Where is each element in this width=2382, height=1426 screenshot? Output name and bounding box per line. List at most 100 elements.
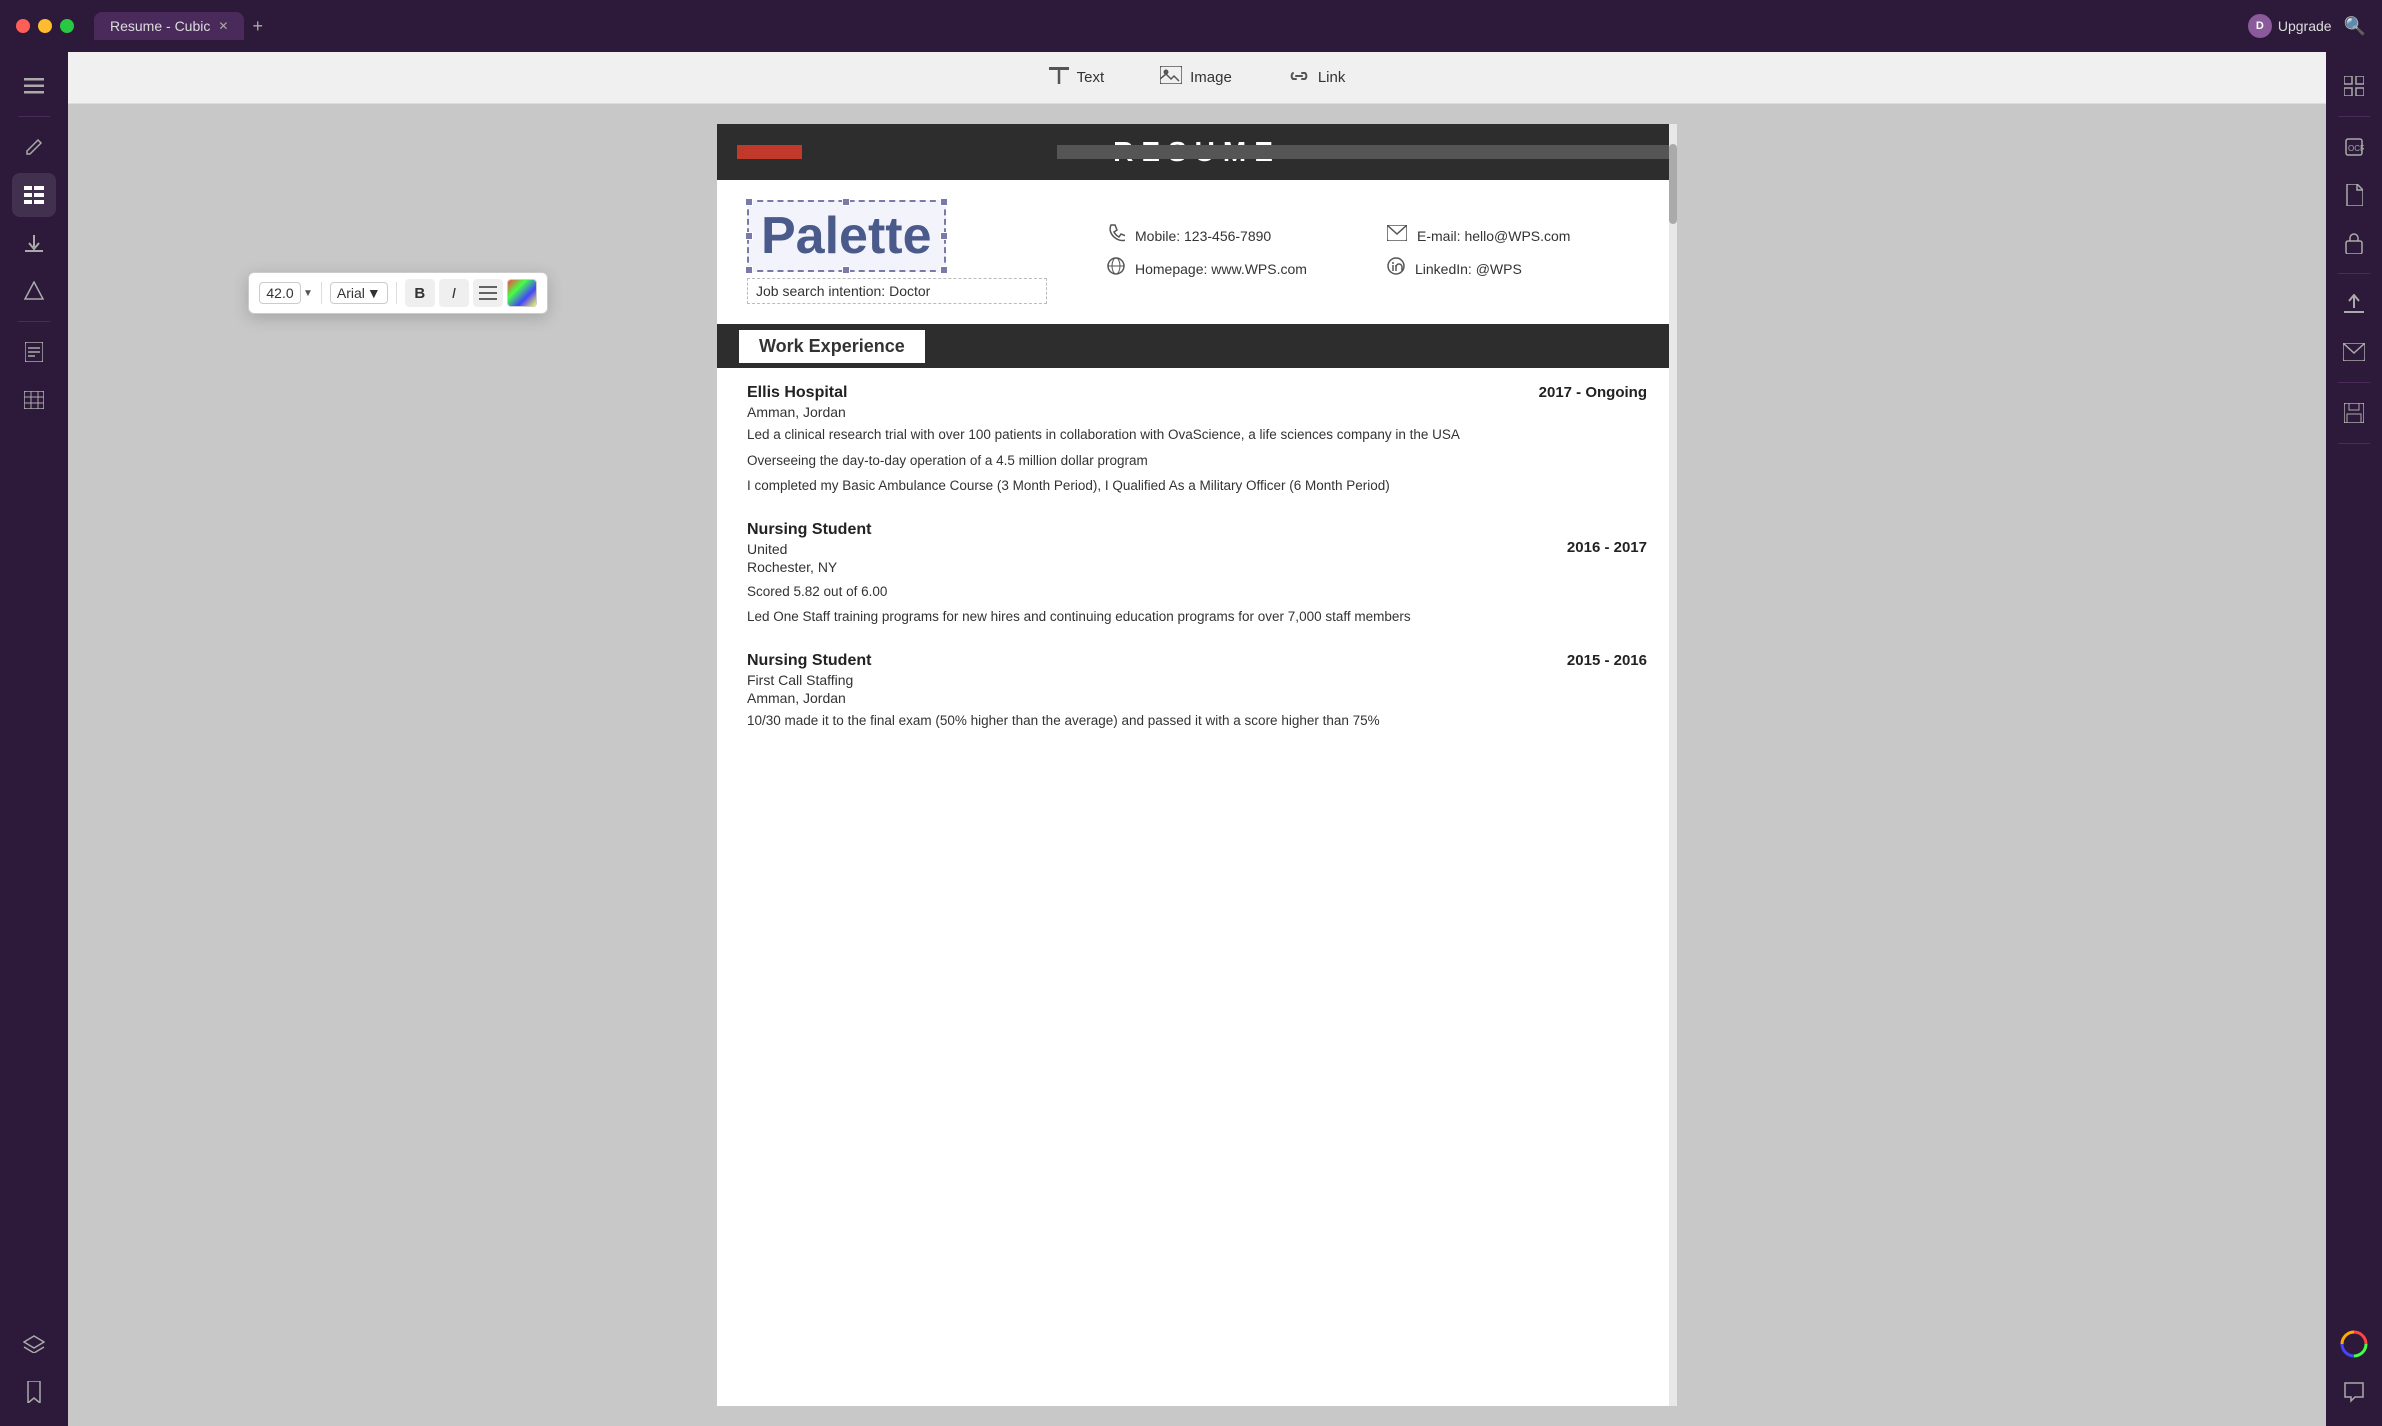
email-text: E-mail: hello@WPS.com (1417, 228, 1570, 244)
right-icon-mail[interactable] (2332, 330, 2376, 374)
sidebar-item-download[interactable] (12, 221, 56, 265)
desc-1-3: I completed my Basic Ambulance Course (3… (747, 475, 1647, 497)
handle-tl (745, 198, 753, 206)
phone-icon (1107, 224, 1125, 247)
work-entry-1: Ellis Hospital 2017 - Ongoing Amman, Jor… (747, 384, 1647, 497)
job2-location-date: United Rochester, NY 2016 - 2017 (747, 539, 1647, 577)
location-3a: First Call Staffing (747, 672, 1647, 688)
text-tool-icon (1049, 65, 1069, 90)
location-2a: United (747, 541, 837, 557)
font-size-value[interactable]: 42.0 (259, 282, 301, 304)
right-divider-1 (2338, 116, 2370, 117)
scrollbar-track[interactable] (1669, 124, 1677, 1406)
active-tab[interactable]: Resume - Cubic ✕ (94, 12, 244, 40)
work-entry-3: Nursing Student 2015 - 2016 First Call S… (747, 652, 1647, 732)
desc-1-2: Overseeing the day-to-day operation of a… (747, 450, 1647, 472)
minimize-button[interactable] (38, 19, 52, 33)
location-1: Amman, Jordan (747, 404, 1647, 420)
date-1: 2017 - Ongoing (1539, 384, 1647, 401)
right-sidebar: OCR (2326, 52, 2382, 1426)
sidebar-item-shape[interactable] (12, 269, 56, 313)
contact-homepage: Homepage: www.WPS.com (1107, 257, 1367, 280)
sidebar-item-list[interactable] (12, 173, 56, 217)
name-section: Palette Job search intention: Doctor Mob… (717, 180, 1677, 324)
name-left: Palette Job search intention: Doctor (747, 200, 1047, 304)
right-icon-grid[interactable] (2332, 64, 2376, 108)
titlebar-right: D Upgrade 🔍 (2248, 14, 2366, 38)
right-icon-colorful[interactable] (2332, 1322, 2376, 1366)
work-entry-2-header: Nursing Student (747, 521, 1647, 539)
right-icon-doc[interactable] (2332, 173, 2376, 217)
new-tab-button[interactable]: + (252, 16, 263, 37)
work-entry-2: Nursing Student United Rochester, NY 201… (747, 521, 1647, 628)
list-button[interactable] (473, 279, 503, 307)
link-tool[interactable]: Link (1276, 61, 1358, 94)
bold-button[interactable]: B (405, 279, 435, 307)
toolbar-divider-2 (396, 282, 397, 304)
homepage-text: Homepage: www.WPS.com (1135, 261, 1307, 277)
sidebar-item-edit[interactable] (12, 125, 56, 169)
resume-name[interactable]: Palette (761, 210, 932, 262)
color-picker-button[interactable] (507, 279, 537, 307)
close-button[interactable] (16, 19, 30, 33)
location-3b: Amman, Jordan (747, 690, 1647, 706)
right-icon-lock[interactable] (2332, 221, 2376, 265)
font-size-arrow[interactable]: ▼ (303, 288, 313, 299)
desc-3-1: 10/30 made it to the final exam (50% hig… (747, 710, 1647, 732)
contact-info: Mobile: 123-456-7890 E-mail: hello@WPS.c… (1067, 224, 1647, 280)
main-content: RESUME Palette Job search intention (68, 104, 2326, 1426)
sidebar-item-menu[interactable] (12, 64, 56, 108)
handle-tr (940, 198, 948, 206)
name-box[interactable]: Palette (747, 200, 946, 272)
work-entry-3-header: Nursing Student 2015 - 2016 (747, 652, 1647, 670)
right-icon-upload[interactable] (2332, 282, 2376, 326)
handle-br (940, 266, 948, 274)
handle-mr (940, 232, 948, 240)
right-divider-4 (2338, 443, 2370, 444)
handle-bm (842, 266, 850, 274)
right-icon-ocr[interactable]: OCR (2332, 125, 2376, 169)
employer-3: Nursing Student (747, 652, 871, 670)
sidebar-item-table[interactable] (12, 378, 56, 422)
right-icon-comment[interactable] (2332, 1370, 2376, 1414)
section-title-box: Work Experience (737, 328, 927, 365)
right-icon-save[interactable] (2332, 391, 2376, 435)
user-avatar: D (2248, 14, 2272, 38)
desc-2-1: Scored 5.82 out of 6.00 (747, 581, 1647, 603)
sidebar-divider-1 (18, 116, 50, 117)
handle-ml (745, 232, 753, 240)
tab-label: Resume - Cubic (110, 18, 210, 34)
handle-bl (745, 266, 753, 274)
font-select-arrow: ▼ (367, 285, 381, 301)
tab-close-icon[interactable]: ✕ (218, 19, 228, 33)
maximize-button[interactable] (60, 19, 74, 33)
document: RESUME Palette Job search intention (717, 124, 1677, 1406)
image-tool-icon (1160, 66, 1182, 89)
image-tool[interactable]: Image (1148, 60, 1244, 95)
date-3: 2015 - 2016 (1567, 652, 1647, 669)
section-title-work: Work Experience (759, 336, 905, 356)
contact-mobile: Mobile: 123-456-7890 (1107, 224, 1367, 247)
date-2: 2016 - 2017 (1567, 539, 1647, 556)
mobile-text: Mobile: 123-456-7890 (1135, 228, 1271, 244)
scrollbar-thumb[interactable] (1669, 144, 1677, 224)
search-icon[interactable]: 🔍 (2344, 16, 2366, 37)
desc-2-2: Led One Staff training programs for new … (747, 606, 1647, 628)
window-controls (16, 19, 74, 33)
job-intention: Job search intention: Doctor (747, 278, 1047, 304)
text-tool-label: Text (1077, 69, 1105, 86)
upgrade-button[interactable]: D Upgrade (2248, 14, 2332, 38)
resume-header: RESUME (717, 124, 1677, 180)
italic-button[interactable]: I (439, 279, 469, 307)
text-tool[interactable]: Text (1037, 59, 1117, 96)
sidebar-item-notes[interactable] (12, 330, 56, 374)
work-entry-1-header: Ellis Hospital 2017 - Ongoing (747, 384, 1647, 402)
font-size-control[interactable]: 42.0 ▼ (259, 282, 313, 304)
header-bar-right (1057, 145, 1677, 159)
header-bar-left (737, 145, 802, 159)
sidebar-item-bookmark[interactable] (12, 1370, 56, 1414)
left-sidebar (0, 52, 68, 1426)
font-family-select[interactable]: Arial ▼ (330, 282, 388, 304)
top-toolbar: Text Image Link (68, 52, 2326, 104)
sidebar-item-layers[interactable] (12, 1322, 56, 1366)
